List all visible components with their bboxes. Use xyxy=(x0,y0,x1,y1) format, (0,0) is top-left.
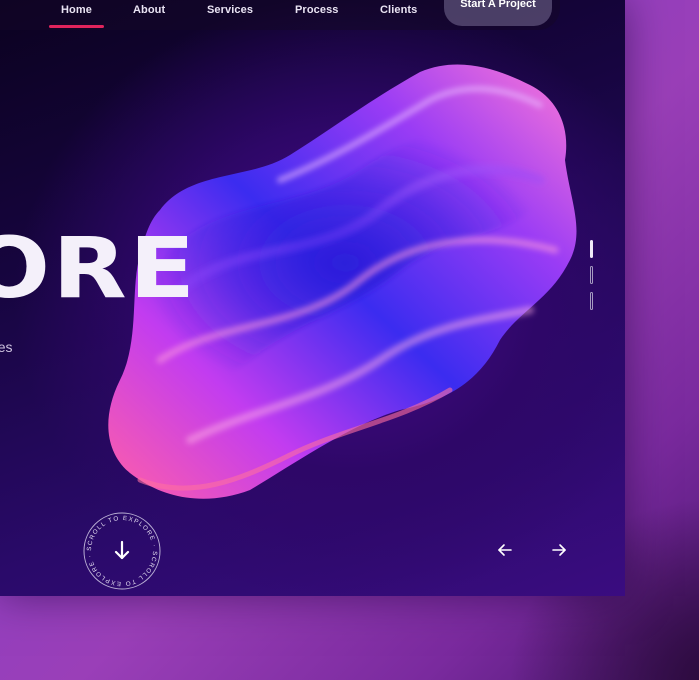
arrow-left-icon xyxy=(498,544,512,556)
arrow-down-icon xyxy=(114,540,130,560)
slide-indicator-3[interactable] xyxy=(590,292,593,310)
slide-indicator xyxy=(590,240,596,318)
nav-process[interactable]: Process xyxy=(295,4,339,16)
next-slide-button[interactable] xyxy=(548,540,570,560)
scroll-to-explore-badge[interactable]: SCROLL TO EXPLORE · SCROLL TO EXPLORE · xyxy=(82,511,162,591)
nav-services[interactable]: Services xyxy=(207,4,253,16)
prev-slide-button[interactable] xyxy=(494,540,516,560)
slide-indicator-1[interactable] xyxy=(590,240,593,258)
nav-about[interactable]: About xyxy=(133,4,165,16)
hero-subline-2: ires xyxy=(0,339,13,355)
slide-indicator-2[interactable] xyxy=(590,266,593,284)
nav-home[interactable]: Home xyxy=(49,4,104,28)
hero-frame: Home About Services Process Clients Star… xyxy=(0,0,625,596)
start-project-button[interactable]: Start A Project xyxy=(444,0,552,26)
hero-headline: ORE xyxy=(0,219,198,317)
arrow-right-icon xyxy=(552,544,566,556)
nav-clients[interactable]: Clients xyxy=(380,4,417,16)
